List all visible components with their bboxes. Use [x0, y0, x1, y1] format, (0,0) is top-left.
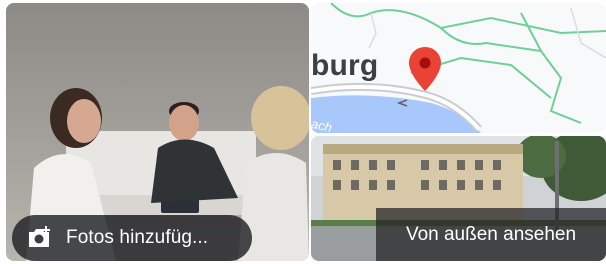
- add-photo-icon: [29, 226, 50, 247]
- add-photos-label: Fotos hinzufüg...: [66, 227, 209, 248]
- street-view-tile[interactable]: Von außen ansehen: [311, 136, 606, 261]
- map-preview[interactable]: burg ach: [311, 3, 606, 133]
- street-view-label: Von außen ansehen: [405, 223, 577, 245]
- map-pin-icon: [409, 47, 441, 91]
- business-photo-tile[interactable]: Fotos hinzufüg...: [6, 3, 309, 261]
- add-photos-button[interactable]: Fotos hinzufüg...: [12, 215, 252, 261]
- street-view-button[interactable]: Von außen ansehen: [376, 208, 606, 261]
- map-city-label: burg: [311, 49, 379, 82]
